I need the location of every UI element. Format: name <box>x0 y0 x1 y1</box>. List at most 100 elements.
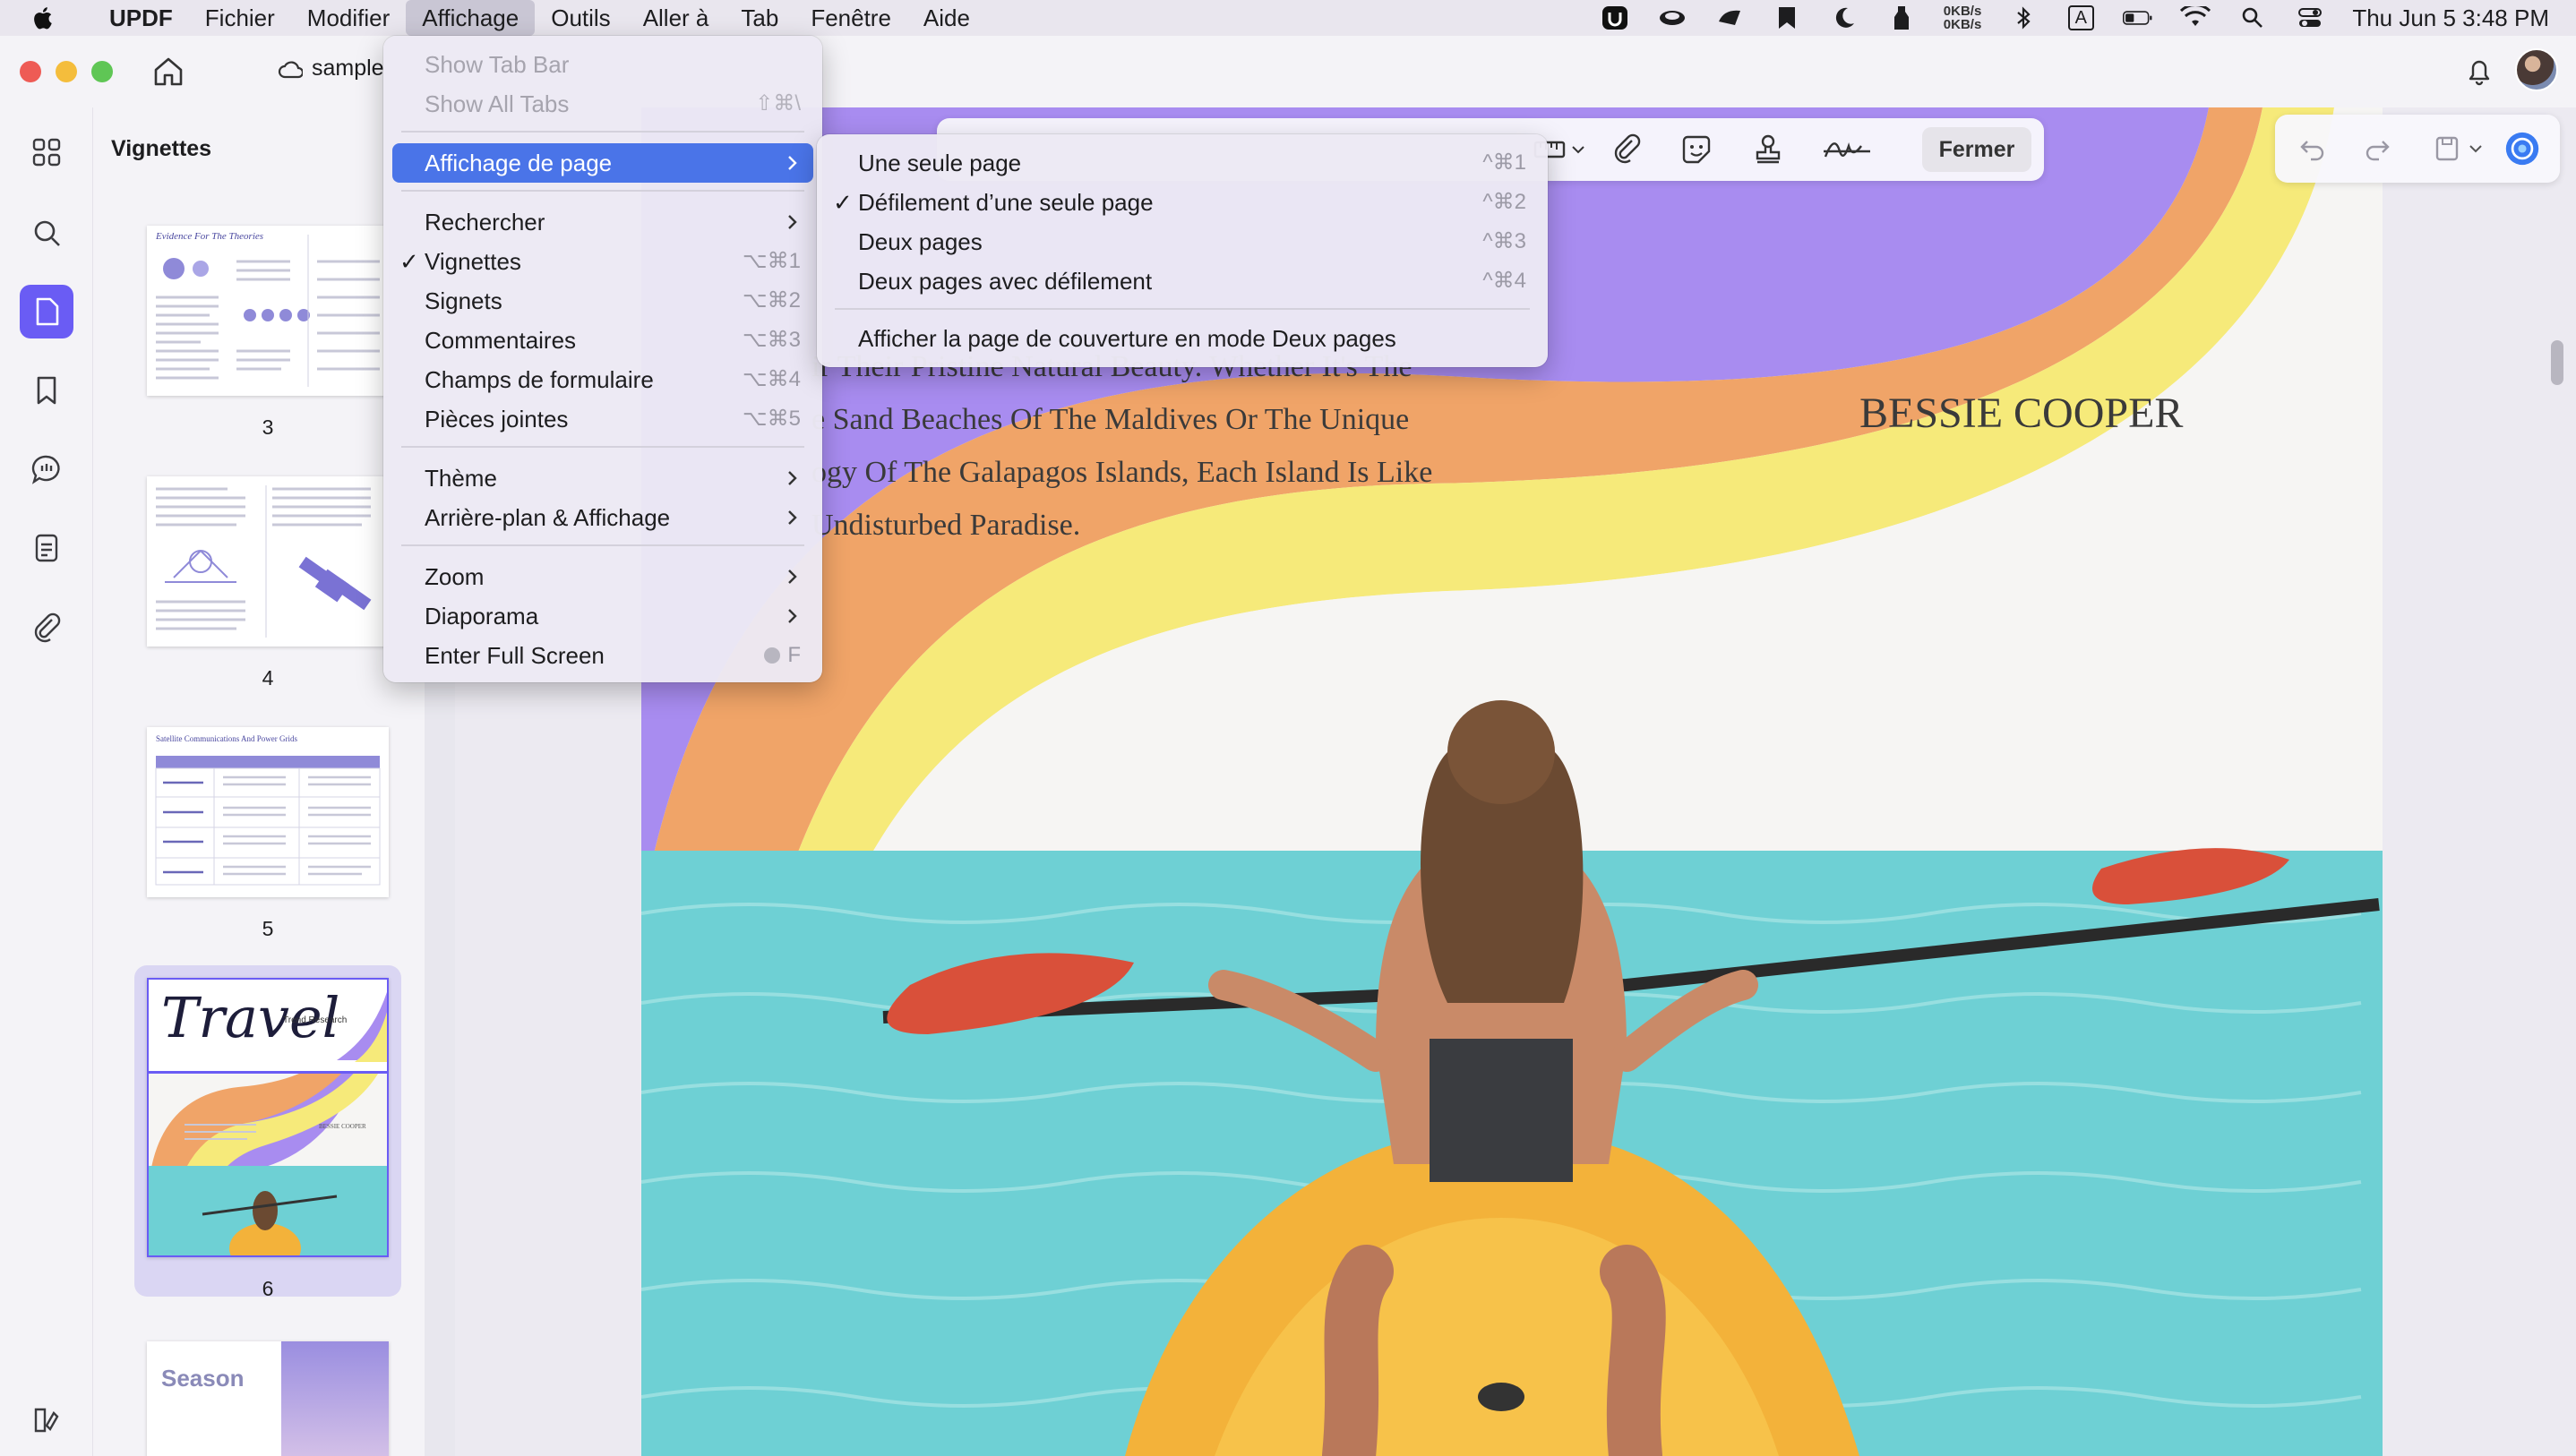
thumbnail-page-6[interactable]: Travel Trend Research BESSIE COOPER <box>147 978 389 1257</box>
attachment-tool-icon[interactable] <box>1609 132 1644 167</box>
submenu-item-page-de-couverture[interactable]: Afficher la page de couverture en mode D… <box>826 319 1539 358</box>
thumbnail-page-5[interactable]: Satellite Communications And Power Grids <box>147 727 389 897</box>
thumbnail-content-graphic <box>156 485 372 638</box>
network-speed-readout: 0KB/s 0KB/s <box>1944 4 1982 31</box>
menu-item-show-tab-bar[interactable]: Show Tab Bar <box>392 45 813 84</box>
sync-status-icon[interactable] <box>1714 4 1745 31</box>
bookmark-icon[interactable] <box>20 364 73 417</box>
thumbnail-page-number: 4 <box>262 666 274 689</box>
menu-item-diaporama[interactable]: Diaporama <box>392 596 813 636</box>
search-icon[interactable] <box>20 206 73 260</box>
thumbnail-page-7[interactable]: Season <box>147 1341 389 1456</box>
window-minimize-button[interactable] <box>56 61 77 82</box>
comments-icon[interactable] <box>20 442 73 496</box>
chevron-down-icon[interactable] <box>2465 131 2486 167</box>
control-center-icon[interactable] <box>2295 4 2325 31</box>
globe-icon <box>764 647 781 664</box>
battery-icon[interactable] <box>2123 4 2153 31</box>
menu-item-enter-full-screen[interactable]: Enter Full Screen F <box>392 636 813 675</box>
menu-tab[interactable]: Tab <box>725 0 794 36</box>
menu-item-arriere-plan-affichage[interactable]: Arrière-plan & Affichage <box>392 498 813 537</box>
menu-item-zoom[interactable]: Zoom <box>392 557 813 596</box>
document-tab[interactable]: sample <box>278 56 384 81</box>
menu-app-name[interactable]: UPDF <box>93 0 189 36</box>
bottle-status-icon[interactable] <box>1886 4 1917 31</box>
menu-aller-a[interactable]: Aller à <box>627 0 726 36</box>
menu-item-shortcut: ^⌘1 <box>1482 150 1526 175</box>
pin-status-icon[interactable] <box>1772 4 1802 31</box>
vertical-scrollbar[interactable] <box>2551 340 2563 385</box>
system-menu-bar: UPDF Fichier Modifier Affichage Outils A… <box>0 0 2576 36</box>
menu-item-champs-de-formulaire[interactable]: Champs de formulaire ⌥⌘4 <box>392 360 813 399</box>
menubar-clock[interactable]: Thu Jun 5 3:48 PM <box>2352 4 2549 32</box>
menu-separator <box>401 131 804 133</box>
menu-item-label: Pièces jointes <box>425 406 569 433</box>
sticker-icon[interactable] <box>1679 132 1714 167</box>
menu-separator <box>835 308 1530 310</box>
menu-outils[interactable]: Outils <box>535 0 626 36</box>
cloud-status-icon[interactable] <box>1657 4 1687 31</box>
menu-item-shortcut: ⌥⌘3 <box>742 328 801 352</box>
menu-item-signets[interactable]: Signets ⌥⌘2 <box>392 281 813 321</box>
stamp-icon[interactable] <box>1750 132 1786 167</box>
menu-fenetre[interactable]: Fenêtre <box>794 0 907 36</box>
menu-item-affichage-de-page[interactable]: Affichage de page <box>392 143 813 183</box>
menu-fichier[interactable]: Fichier <box>189 0 291 36</box>
window-zoom-button[interactable] <box>91 61 113 82</box>
notification-bell-icon[interactable] <box>2461 54 2497 90</box>
menu-item-shortcut: ^⌘4 <box>1482 269 1526 293</box>
menu-separator <box>401 190 804 192</box>
menu-item-pieces-jointes[interactable]: Pièces jointes ⌥⌘5 <box>392 399 813 439</box>
bluetooth-icon[interactable] <box>2008 4 2039 31</box>
menu-item-label: Champs de formulaire <box>425 366 654 393</box>
submenu-item-deux-pages[interactable]: Deux pages ^⌘3 <box>826 222 1539 261</box>
user-avatar[interactable] <box>2515 48 2558 91</box>
submenu-item-defilement-une-seule-page[interactable]: ✓ Défilement d’une seule page ^⌘2 <box>826 183 1539 222</box>
menu-item-commentaires[interactable]: Commentaires ⌥⌘3 <box>392 321 813 360</box>
home-icon[interactable] <box>150 54 186 90</box>
thumbnails-panel: Vignettes Evidence For The Theories 3 4 … <box>93 107 425 1456</box>
apple-menu-icon[interactable] <box>30 4 57 31</box>
thumbnail-page-3[interactable]: Evidence For The Theories <box>147 226 389 396</box>
menu-affichage[interactable]: Affichage <box>406 0 536 36</box>
wifi-icon[interactable] <box>2180 4 2211 31</box>
close-toolbar-button[interactable]: Fermer <box>1922 127 2031 172</box>
redo-icon[interactable] <box>2359 131 2395 167</box>
save-icon[interactable] <box>2429 131 2465 167</box>
sidebar-settings-icon[interactable] <box>20 1402 73 1438</box>
menu-item-shortcut: ⌥⌘4 <box>742 367 801 391</box>
menu-modifier[interactable]: Modifier <box>291 0 406 36</box>
menu-item-label: Deux pages avec défilement <box>858 268 1153 295</box>
attachments-icon[interactable] <box>20 600 73 654</box>
menu-item-shortcut: ⌥⌘1 <box>742 249 801 273</box>
window-close-button[interactable] <box>20 61 41 82</box>
menu-item-theme[interactable]: Thème <box>392 458 813 498</box>
affichage-menu: Show Tab Bar Show All Tabs ⇧⌘\ Affichage … <box>383 36 822 682</box>
menu-item-label: Diaporama <box>425 603 539 630</box>
form-fields-icon[interactable] <box>20 521 73 575</box>
signature-icon[interactable] <box>1822 132 1872 167</box>
undo-icon[interactable] <box>2295 131 2331 167</box>
moon-status-icon[interactable] <box>1829 4 1859 31</box>
menu-item-show-all-tabs[interactable]: Show All Tabs ⇧⌘\ <box>392 84 813 124</box>
submenu-item-deux-pages-avec-defilement[interactable]: Deux pages avec défilement ^⌘4 <box>826 261 1539 301</box>
menu-item-vignettes[interactable]: ✓ Vignettes ⌥⌘1 <box>392 242 813 281</box>
keyboard-input-icon[interactable]: A <box>2065 4 2096 31</box>
chevron-down-icon[interactable] <box>1567 132 1589 167</box>
keyboard-input-label: A <box>2067 5 2094 30</box>
submenu-item-une-seule-page[interactable]: Une seule page ^⌘1 <box>826 143 1539 183</box>
menu-item-shortcut: ⌥⌘5 <box>742 407 801 431</box>
thumbnail-subheading: Trend Research <box>283 1015 348 1025</box>
menu-item-rechercher[interactable]: Rechercher <box>392 202 813 242</box>
thumbnails-panel-icon[interactable] <box>20 285 73 338</box>
all-pages-grid-icon[interactable] <box>20 125 73 179</box>
menu-aide[interactable]: Aide <box>907 0 986 36</box>
chevron-right-icon <box>788 570 797 584</box>
thumbnail-heading: Season <box>161 1365 245 1392</box>
menu-item-label: Affichage de page <box>425 150 613 176</box>
ai-assistant-icon[interactable] <box>2504 131 2540 167</box>
updf-status-icon[interactable] <box>1600 4 1630 31</box>
chevron-right-icon <box>788 471 797 485</box>
thumbnail-page-4[interactable] <box>147 476 389 647</box>
spotlight-search-icon[interactable] <box>2237 4 2268 31</box>
